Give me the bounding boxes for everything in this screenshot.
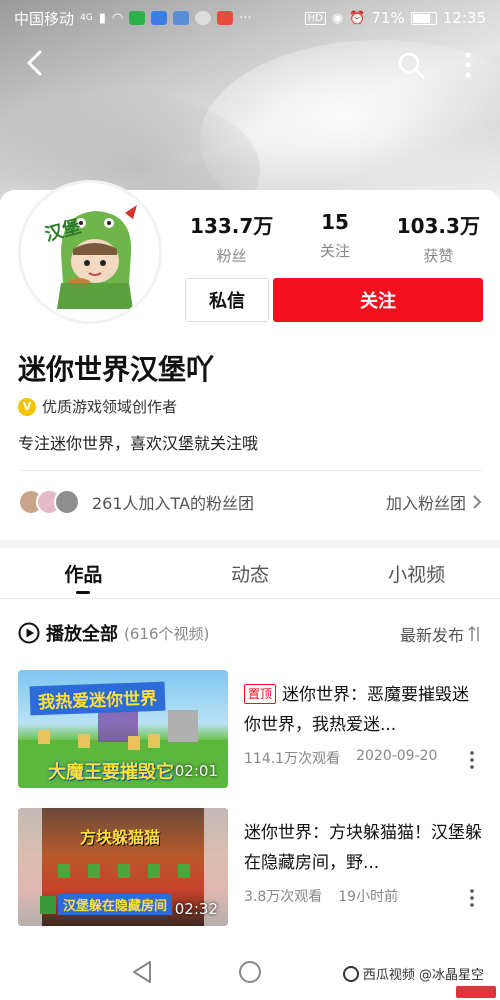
fans-group-row[interactable]: 261人加入TA的粉丝团 加入粉丝团 (18, 484, 482, 520)
video-count: (616个视频) (124, 624, 210, 643)
fan-avatars (18, 489, 80, 515)
network-label: 4G (80, 13, 93, 23)
sort-button[interactable]: 最新发布 (400, 622, 482, 646)
chevron-right-icon (473, 495, 482, 509)
app-notification-icon (151, 11, 168, 25)
stat-fans[interactable]: 133.7万 粉丝 (180, 210, 283, 266)
more-vertical-icon[interactable] (460, 50, 476, 80)
tab-works[interactable]: 作品 (0, 552, 167, 596)
back-icon[interactable] (20, 48, 50, 78)
sort-label: 最新发布 (399, 626, 464, 645)
video-item[interactable]: 我热爱迷你世界 大魔王要摧毁它 02:01 置顶 迷你世界：恶魔要摧毁迷你世界，我… (18, 670, 482, 788)
follow-button[interactable]: 关注 (273, 278, 483, 322)
video-views: 114.1万次观看 (244, 751, 341, 767)
stat-label: 关注 (319, 242, 350, 260)
verification-row: V 优质游戏领域创作者 (18, 396, 177, 417)
video-title-block[interactable]: 置顶 迷你世界：恶魔要摧毁迷你世界，我热爱迷... (244, 680, 482, 740)
sort-icon (468, 625, 479, 641)
stat-value: 103.3万 (396, 214, 480, 238)
more-vertical-icon[interactable] (466, 888, 478, 908)
profile-name: 迷你世界汉堡吖 (18, 353, 215, 386)
pinned-badge: 置顶 (244, 684, 277, 704)
search-icon[interactable] (396, 50, 426, 80)
eye-icon: ◉ (331, 10, 344, 26)
wifi-icon: ◠ (111, 10, 124, 26)
video-date: 2020-09-20 (356, 748, 438, 764)
video-item[interactable]: 方块躲猫猫 汉堡躲在隐藏房间 02:32 迷你世界：方块躲猫猫！汉堡躲在隐藏房间… (18, 808, 482, 926)
video-views: 3.8万次观看 (244, 889, 323, 905)
thumbnail-caption-bottom: 汉堡躲在隐藏房间 (58, 894, 173, 915)
avatar[interactable]: 汉堡 (18, 180, 162, 324)
video-info: 置顶 迷你世界：恶魔要摧毁迷你世界，我热爱迷... 114.1万次观看 2020-… (244, 680, 482, 768)
chat-icon (195, 11, 212, 25)
profile-bio: 专注迷你世界，喜欢汉堡就关注哦 (18, 434, 259, 453)
section-separator (0, 540, 500, 548)
video-thumbnail[interactable]: 方块躲猫猫 汉堡躲在隐藏房间 02:32 (18, 808, 228, 926)
content-tabs: 作品 动态 小视频 (0, 552, 500, 596)
mail-icon (173, 11, 190, 25)
avatar-illustration: 汉堡 (21, 183, 159, 321)
stat-following[interactable]: 15 关注 (283, 210, 386, 266)
video-duration: 02:32 (174, 900, 218, 918)
play-all-button[interactable]: 播放全部 (616个视频) (18, 620, 209, 646)
stat-value: 133.7万 (190, 214, 274, 238)
corner-logo-icon (456, 986, 496, 998)
fans-group-text: 261人加入TA的粉丝团 (92, 494, 255, 513)
video-title: 迷你世界：恶魔要摧毁迷你世界，我热爱迷... (244, 685, 470, 735)
verification-label: 优质游戏领域创作者 (42, 398, 178, 416)
hd-icon: HD (304, 11, 326, 25)
watermark-text: 西瓜视频 @冰晶星空 (362, 968, 484, 983)
status-bar: 中国移动 4G ▮ ◠ ··· HD ◉ ⏰ 71% 12:35 (0, 0, 500, 36)
thumbnail-caption-top: 方块躲猫猫 (80, 828, 161, 847)
thumbnail-caption-top: 我热爱迷你世界 (29, 681, 166, 716)
stat-value: 15 (321, 210, 349, 234)
more-vertical-icon[interactable] (466, 750, 478, 770)
battery-percent: 71% (371, 9, 405, 27)
join-fans-group-label: 加入粉丝团 (385, 494, 466, 513)
video-title[interactable]: 迷你世界：方块躲猫猫！汉堡躲在隐藏房间，野... (244, 818, 482, 878)
more-notifications-icon: ··· (239, 10, 252, 26)
tab-short-videos[interactable]: 小视频 (333, 552, 500, 596)
video-duration: 02:01 (174, 762, 218, 780)
verified-badge-icon: V (18, 397, 36, 416)
app-notification-icon (129, 11, 146, 25)
video-thumbnail[interactable]: 我热爱迷你世界 大魔王要摧毁它 02:01 (18, 670, 228, 788)
message-button[interactable]: 私信 (185, 278, 269, 322)
play-circle-icon (18, 622, 40, 644)
app-notification-icon (217, 11, 234, 25)
system-nav-bar: 西瓜视频 @冰晶星空 (0, 944, 500, 1000)
alarm-icon: ⏰ (349, 10, 366, 26)
profile-stats: 133.7万 粉丝 15 关注 103.3万 获赞 (180, 210, 490, 266)
nav-home-icon[interactable] (236, 958, 264, 986)
video-date: 19小时前 (338, 889, 399, 905)
video-info: 迷你世界：方块躲猫猫！汉堡躲在隐藏房间，野... 3.8万次观看 19小时前 (244, 818, 482, 906)
signal-icon: ▮ (98, 10, 106, 26)
watermark-logo-icon (342, 965, 359, 982)
fan-avatar (54, 489, 80, 515)
video-meta: 114.1万次观看 2020-09-20 (244, 748, 482, 768)
carrier-label: 中国移动 (14, 9, 75, 28)
clock: 12:35 (442, 9, 486, 27)
battery-icon (410, 11, 437, 25)
divider (18, 470, 482, 471)
stat-label: 获赞 (423, 247, 454, 265)
video-meta: 3.8万次观看 19小时前 (244, 886, 482, 906)
join-fans-group-link[interactable]: 加入粉丝团 (386, 490, 482, 514)
stat-likes[interactable]: 103.3万 获赞 (387, 210, 490, 266)
play-all-label: 播放全部 (46, 624, 118, 645)
watermark: 西瓜视频 @冰晶星空 (338, 962, 488, 985)
nav-back-icon[interactable] (128, 958, 156, 986)
stat-label: 粉丝 (216, 247, 247, 265)
thumbnail-caption-bottom: 大魔王要摧毁它 (48, 762, 174, 783)
divider (0, 598, 500, 599)
tab-updates[interactable]: 动态 (167, 552, 334, 596)
